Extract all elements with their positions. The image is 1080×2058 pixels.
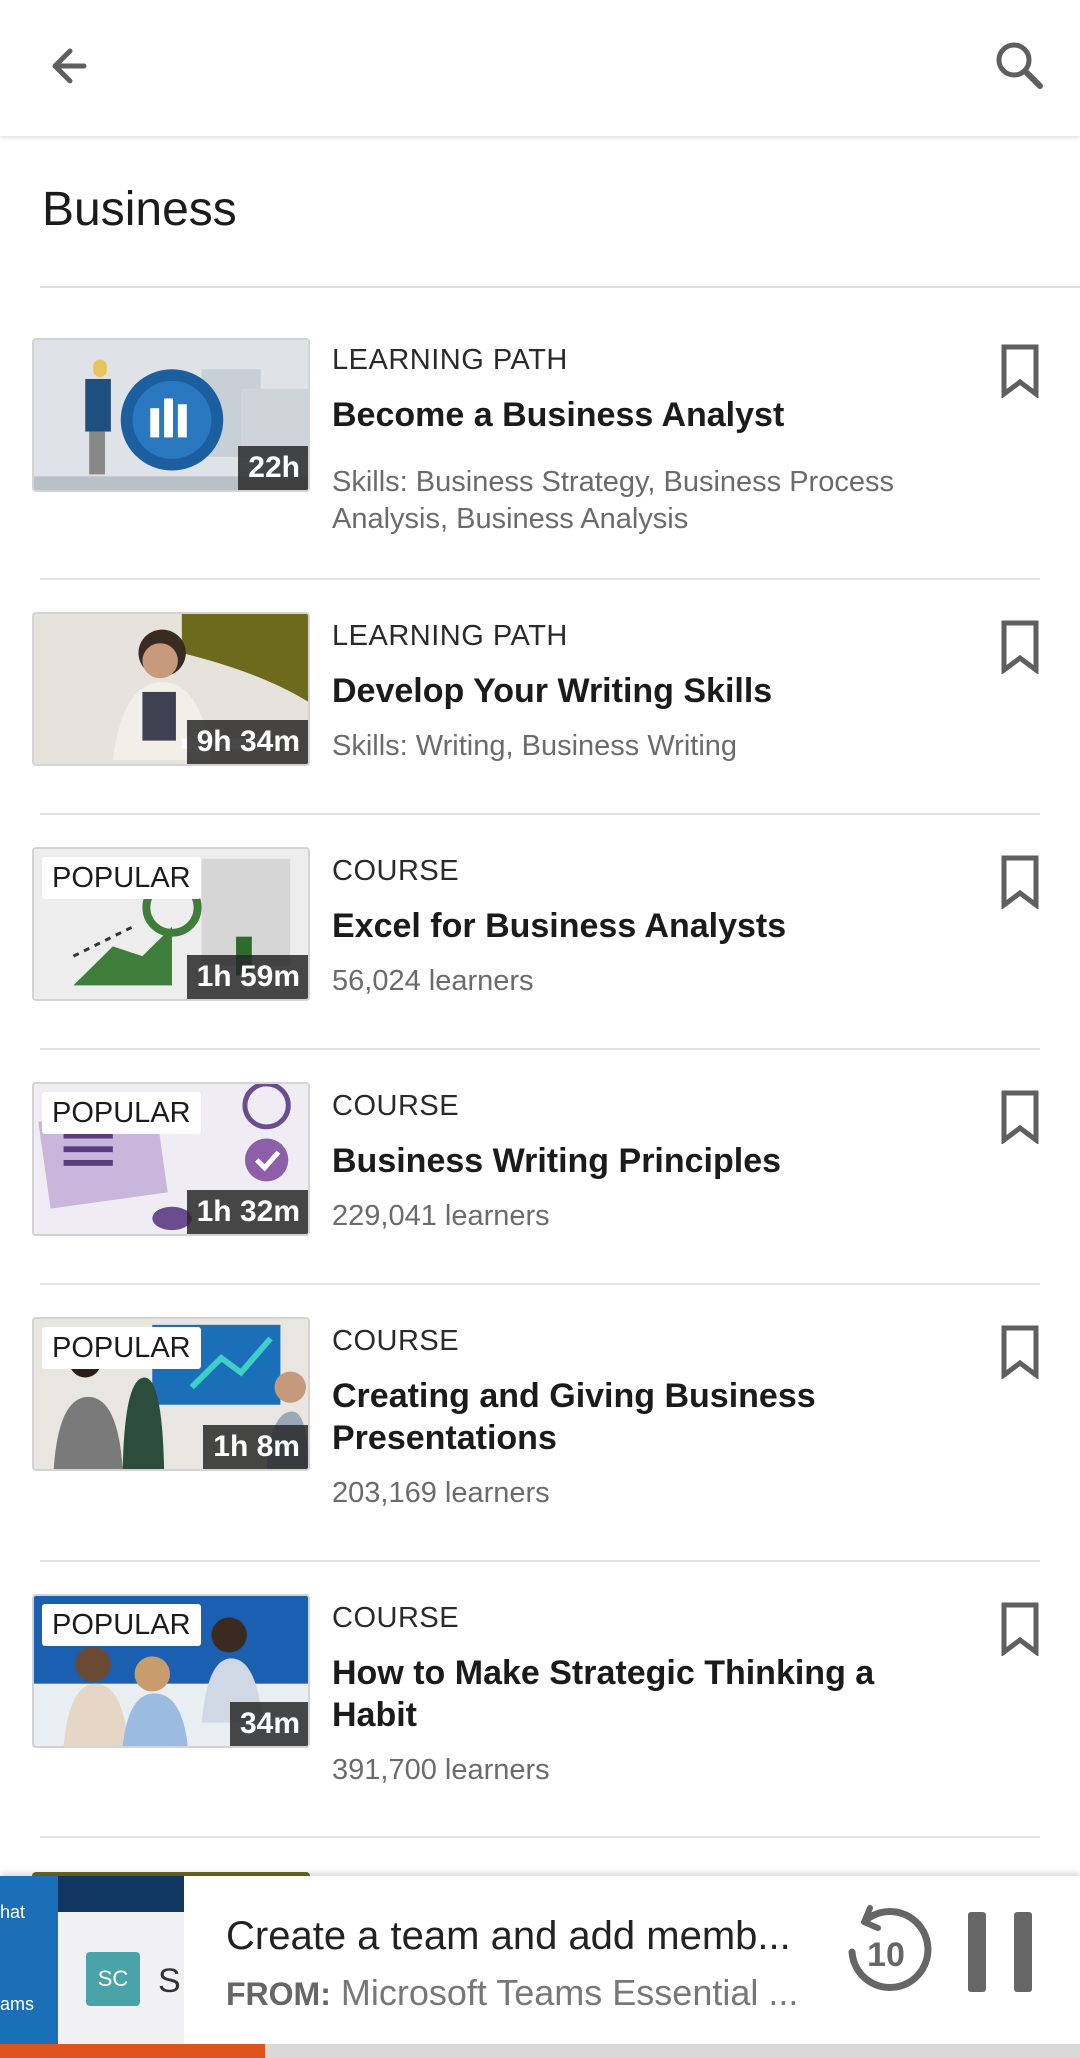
course-list: 22h LEARNING PATH Become a Business Anal…: [0, 288, 1080, 1838]
teams-chat-label: hat: [0, 1902, 26, 1922]
popular-badge: POPULAR: [42, 1092, 201, 1134]
list-item[interactable]: POPULAR 1h 32m COURSE Business Writing P…: [0, 1050, 1080, 1285]
content-type: COURSE: [332, 1602, 460, 1634]
duration-badge: 1h 32m: [186, 1190, 308, 1234]
source-name: Microsoft Teams Essential ...: [340, 1972, 799, 2013]
duration-badge: 22h: [238, 446, 308, 490]
course-thumbnail: 9h 34m: [32, 612, 310, 766]
list-item[interactable]: POPULAR 1h 59m COURSE Excel for Business…: [0, 815, 1080, 1050]
mini-player[interactable]: hat ams SC S Create a team and add memb.…: [0, 1876, 1080, 2058]
item-meta: Skills: Business Strategy, Business Proc…: [332, 466, 894, 535]
duration-badge: 9h 34m: [186, 720, 308, 764]
course-thumbnail: POPULAR 34m: [32, 1594, 310, 1748]
item-title: How to Make Strategic Thinking a Habit: [332, 1654, 875, 1734]
content-type: COURSE: [332, 1325, 460, 1357]
item-title: Become a Business Analyst: [332, 396, 785, 434]
user-name-label: S: [158, 1962, 181, 2000]
popular-badge: POPULAR: [42, 1327, 201, 1369]
course-thumbnail: 22h: [32, 338, 310, 492]
bookmark-icon[interactable]: [1000, 620, 1040, 675]
bookmark-icon[interactable]: [1000, 1602, 1040, 1657]
item-title: Excel for Business Analysts: [332, 907, 787, 945]
list-item[interactable]: POPULAR 1h 8m COURSE Creating and Giving…: [0, 1285, 1080, 1562]
pause-icon[interactable]: [962, 1906, 1038, 1998]
popular-badge: POPULAR: [42, 857, 201, 899]
item-meta: 203,169 learners: [332, 1477, 550, 1509]
app-bar: [0, 0, 1080, 136]
playback-progress[interactable]: [0, 2044, 1080, 2058]
item-meta: Skills: Writing, Business Writing: [332, 730, 738, 762]
player-source: FROM: Microsoft Teams Essential ...: [226, 1972, 806, 2014]
bookmark-icon[interactable]: [1000, 344, 1040, 399]
page-title: Business: [42, 183, 237, 236]
content-type: COURSE: [332, 1090, 460, 1122]
rewind-label: 10: [867, 1936, 905, 1974]
player-thumbnail[interactable]: hat ams SC S: [0, 1876, 184, 2044]
row-divider: [40, 1836, 1040, 1838]
teams-label: ams: [0, 1994, 35, 2014]
bookmark-icon[interactable]: [1000, 1090, 1040, 1145]
course-thumbnail: POPULAR 1h 59m: [32, 847, 310, 1001]
item-title: Develop Your Writing Skills: [332, 672, 773, 710]
list-item[interactable]: POPULAR 34m COURSE How to Make Strategic…: [0, 1562, 1080, 1838]
item-meta: 391,700 learners: [332, 1754, 550, 1786]
course-thumbnail: POPULAR 1h 32m: [32, 1082, 310, 1236]
search-icon[interactable]: [988, 34, 1052, 98]
content-type: LEARNING PATH: [332, 620, 568, 652]
list-item[interactable]: 9h 34m LEARNING PATH Develop Your Writin…: [0, 580, 1080, 815]
player-title: Create a team and add memb...: [226, 1914, 791, 1958]
duration-badge: 1h 59m: [186, 955, 308, 999]
popular-badge: POPULAR: [42, 1604, 201, 1646]
item-title: Creating and Giving Business Presentatio…: [332, 1377, 816, 1457]
avatar: SC: [97, 1966, 129, 1991]
item-title: Business Writing Principles: [332, 1142, 782, 1180]
arrow-left-icon[interactable]: [40, 34, 104, 98]
content-type: COURSE: [332, 855, 460, 887]
duration-badge: 34m: [229, 1702, 308, 1746]
item-meta: 56,024 learners: [332, 965, 534, 997]
rewind-10-icon[interactable]: 10: [836, 1902, 936, 2002]
item-meta: 229,041 learners: [332, 1200, 550, 1232]
playback-progress-fill: [0, 2044, 265, 2058]
content-type: LEARNING PATH: [332, 344, 568, 376]
from-label: FROM:: [226, 1976, 331, 2012]
course-thumbnail: POPULAR 1h 8m: [32, 1317, 310, 1471]
bookmark-icon[interactable]: [1000, 1325, 1040, 1380]
duration-badge: 1h 8m: [203, 1425, 308, 1469]
list-item[interactable]: 22h LEARNING PATH Become a Business Anal…: [0, 288, 1080, 580]
bookmark-icon[interactable]: [1000, 855, 1040, 910]
